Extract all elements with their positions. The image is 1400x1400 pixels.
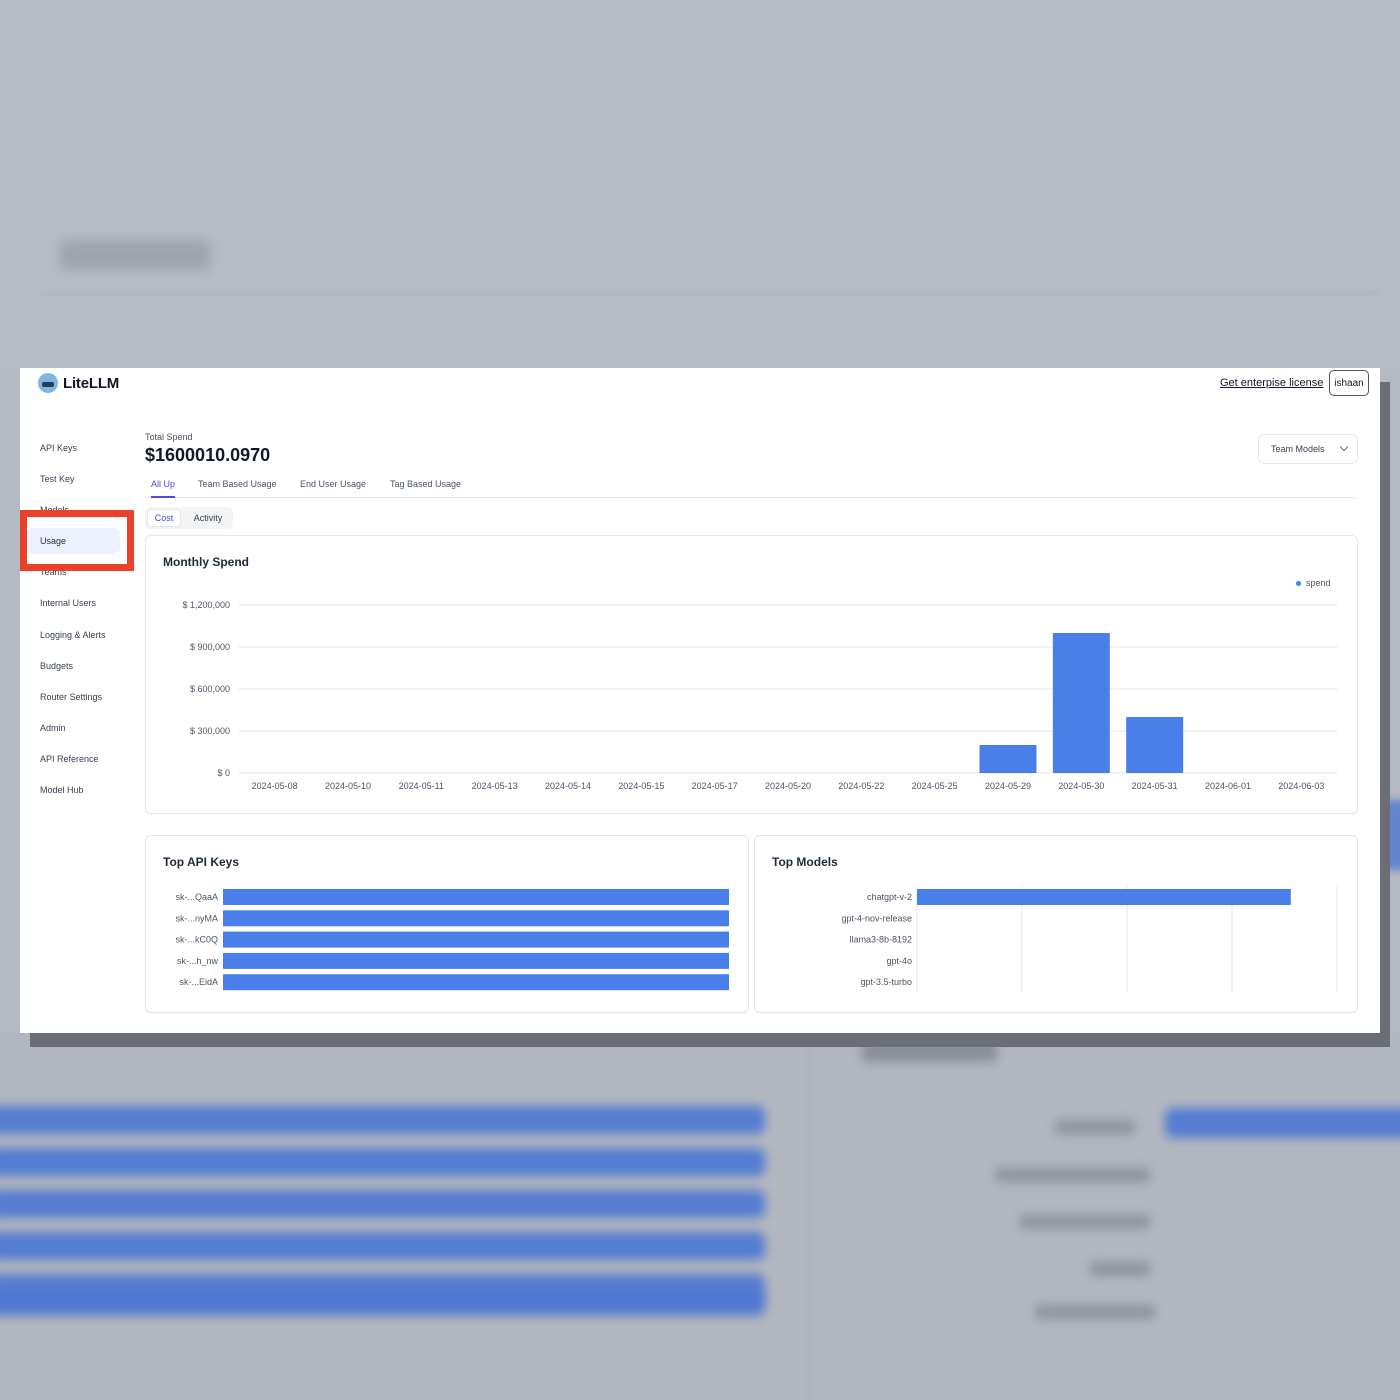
spend-bar	[1126, 717, 1184, 773]
x-tick-label: 2024-05-22	[838, 781, 884, 791]
usage-tabs: All Up Team Based Usage End User Usage T…	[145, 474, 1357, 498]
backdrop-bar	[1165, 1108, 1400, 1138]
top-api-keys-chart: sk-...QaaA sk-...nyMA sk-...kC0Q sk-...h_nw…	[175, 889, 729, 991]
total-spend-label: Total Spend	[145, 432, 193, 442]
backdrop-divider-vertical	[808, 1050, 810, 1400]
y-category-label: gpt-4-nov-release	[841, 913, 912, 923]
backdrop-bar	[0, 1106, 765, 1134]
api-key-bar	[223, 952, 729, 969]
top-bar: LiteLLM Get enterpise license ishaan	[20, 368, 1380, 400]
team-models-select-value: Team Models	[1271, 444, 1325, 454]
cost-toggle-button[interactable]: Cost	[147, 509, 181, 527]
api-key-bar	[223, 974, 729, 991]
x-tick-label: 2024-05-30	[1058, 781, 1104, 791]
top-api-keys-card: Top API Keys sk-...QaaA sk-...nyMA sk-...k…	[145, 835, 749, 1013]
x-tick-label: 2024-05-31	[1132, 781, 1178, 791]
chevron-down-icon	[1339, 442, 1349, 452]
monthly-spend-chart: $ 0 $ 300,000 $ 600,000 $ 900,000 $ 1,200,00…	[182, 600, 1338, 791]
model-bar	[917, 889, 1291, 905]
x-tick-label: 2024-05-14	[545, 781, 591, 791]
x-tick-label: 2024-05-10	[325, 781, 371, 791]
user-menu-button[interactable]: ishaan	[1329, 370, 1369, 396]
x-tick-label: 2024-05-13	[472, 781, 518, 791]
x-tick-label: 2024-06-01	[1205, 781, 1251, 791]
sidebar-item-router-settings[interactable]: Router Settings	[26, 684, 120, 710]
usage-highlight-annotation	[20, 510, 134, 571]
cost-activity-toggle: Cost Activity	[145, 507, 233, 529]
tab-all-up[interactable]: All Up	[151, 479, 176, 498]
x-tick-label: 2024-05-20	[765, 781, 811, 791]
backdrop-title-blur	[60, 240, 210, 270]
backdrop-label-blur	[1035, 1305, 1155, 1319]
y-tick-label: $ 900,000	[190, 642, 230, 652]
api-key-bar	[223, 910, 729, 927]
total-spend-value: $1600010.0970	[145, 445, 271, 465]
x-tick-label: 2024-05-11	[399, 781, 444, 791]
tab-tag-based-usage[interactable]: Tag Based Usage	[390, 479, 461, 498]
sidebar-item-api-reference[interactable]: API Reference	[26, 746, 120, 772]
tab-team-based-usage[interactable]: Team Based Usage	[198, 479, 277, 498]
monthly-spend-card: Monthly Spend spend $ 0 $ 300,000 $ 600,00…	[145, 535, 1358, 814]
x-tick-label: 2024-05-17	[692, 781, 738, 791]
top-models-chart: chatgpt-v-2 gpt-4-nov-release llama3-8b-81…	[841, 886, 1338, 992]
y-category-label: gpt-3.5-turbo	[860, 977, 912, 987]
y-category-label: sk-...h_nw	[177, 956, 219, 966]
sidebar-item-admin[interactable]: Admin	[26, 715, 120, 741]
spend-bar	[979, 745, 1037, 773]
top-models-card: Top Models chatgpt-v-2 gpt-4-nov-release l…	[754, 835, 1358, 1013]
enterprise-license-link[interactable]: Get enterpise license	[1220, 377, 1323, 389]
backdrop-label-blur	[995, 1168, 1150, 1182]
spend-bar	[1052, 633, 1110, 773]
x-tick-label: 2024-05-29	[985, 781, 1031, 791]
x-tick-label: 2024-05-15	[618, 781, 664, 791]
api-key-bar	[223, 889, 729, 905]
y-category-label: sk-...EidA	[179, 977, 218, 987]
y-category-label: gpt-4o	[886, 956, 912, 966]
app-name: LiteLLM	[63, 374, 120, 392]
tab-end-user-usage[interactable]: End User Usage	[300, 479, 366, 498]
app-window: LiteLLM Get enterpise license ishaan API…	[20, 368, 1380, 1033]
sidebar-item-api-keys[interactable]: API Keys	[26, 435, 120, 461]
x-tick-label: 2024-06-03	[1278, 781, 1324, 791]
backdrop-bar	[0, 1190, 765, 1218]
y-category-label: sk-...nyMA	[175, 913, 218, 923]
backdrop-bar	[0, 1148, 765, 1176]
logo[interactable]: LiteLLM	[38, 373, 119, 393]
backdrop-bar	[0, 1232, 765, 1260]
y-tick-label: $ 1,200,000	[182, 600, 230, 610]
x-tick-label: 2024-05-25	[912, 781, 958, 791]
activity-toggle-button[interactable]: Activity	[185, 509, 231, 527]
backdrop-label-blur	[1055, 1120, 1135, 1134]
backdrop-divider	[40, 292, 1380, 294]
x-tick-label: 2024-05-08	[252, 781, 298, 791]
backdrop-label-blur	[1090, 1262, 1150, 1276]
team-models-select[interactable]: Team Models	[1258, 434, 1358, 464]
y-category-label: chatgpt-v-2	[867, 892, 912, 902]
sidebar-item-internal-users[interactable]: Internal Users	[26, 590, 120, 616]
sidebar-item-logging-alerts[interactable]: Logging & Alerts	[26, 622, 120, 648]
litellm-logo-icon	[38, 373, 58, 393]
backdrop-label-blur	[1020, 1215, 1150, 1229]
backdrop-top	[0, 0, 1400, 368]
backdrop-bar	[0, 1294, 765, 1316]
y-tick-label: $ 600,000	[190, 684, 230, 694]
sidebar-item-test-key[interactable]: Test Key	[26, 466, 120, 492]
y-tick-label: $ 0	[217, 768, 230, 778]
y-tick-label: $ 300,000	[190, 726, 230, 736]
y-category-label: llama3-8b-8192	[849, 935, 912, 945]
api-key-bar	[223, 931, 729, 948]
sidebar-item-budgets[interactable]: Budgets	[26, 653, 120, 679]
y-category-label: sk-...QaaA	[175, 892, 218, 902]
y-category-label: sk-...kC0Q	[175, 935, 218, 945]
sidebar-item-model-hub[interactable]: Model Hub	[26, 777, 120, 803]
